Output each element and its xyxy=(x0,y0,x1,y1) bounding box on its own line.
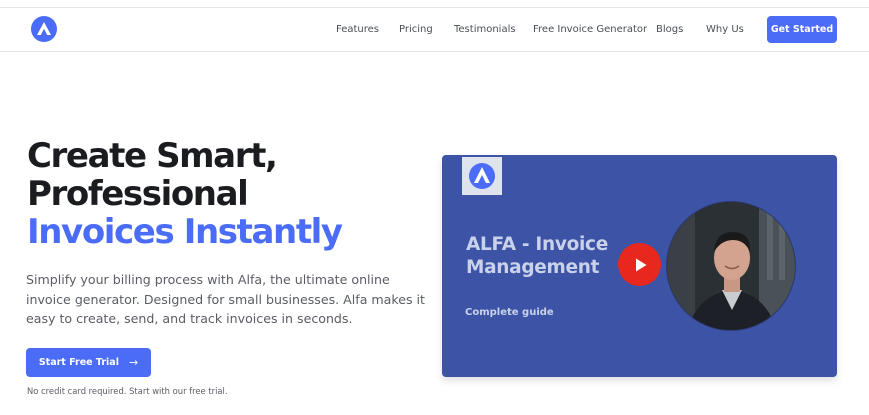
nav-link-pricing[interactable]: Pricing xyxy=(399,24,433,35)
video-alfa-logo-icon xyxy=(462,157,502,195)
start-free-trial-button[interactable]: Start Free Trial → xyxy=(26,348,151,377)
navbar: Features Pricing Testimonials Free Invoi… xyxy=(0,8,869,52)
hero-title-accent: Invoices Instantly xyxy=(27,212,343,252)
video-title: ALFA - Invoice Management xyxy=(466,233,608,279)
hero-title: Create Smart, Professional Invoices Inst… xyxy=(27,136,343,252)
alfa-logo-icon[interactable] xyxy=(31,16,57,42)
nav-link-testimonials[interactable]: Testimonials xyxy=(454,24,516,35)
trial-note: No credit card required. Start with our … xyxy=(27,386,228,396)
nav-link-why-us[interactable]: Why Us xyxy=(706,24,744,35)
video-title-line-2: Management xyxy=(466,257,600,278)
nav-link-free-invoice-generator[interactable]: Free Invoice Generator xyxy=(533,24,647,35)
nav-link-features[interactable]: Features xyxy=(336,24,379,35)
get-started-button[interactable]: Get Started xyxy=(767,16,837,43)
play-icon xyxy=(635,258,646,271)
hero-title-line-2: Professional xyxy=(27,174,249,214)
presenter-photo xyxy=(666,201,796,331)
video-subtitle: Complete guide xyxy=(465,307,554,318)
start-free-trial-label: Start Free Trial xyxy=(38,357,119,368)
hero-description: Simplify your billing process with Alfa,… xyxy=(26,272,425,326)
video-title-line-1: ALFA - Invoice xyxy=(466,234,608,255)
nav-link-blogs[interactable]: Blogs xyxy=(656,24,683,35)
arrow-right-icon: → xyxy=(128,356,139,369)
hero-title-line-1: Create Smart, xyxy=(27,136,278,176)
video-thumbnail[interactable]: ALFA - Invoice Management Complete guide xyxy=(442,155,837,377)
play-button[interactable] xyxy=(618,243,661,286)
